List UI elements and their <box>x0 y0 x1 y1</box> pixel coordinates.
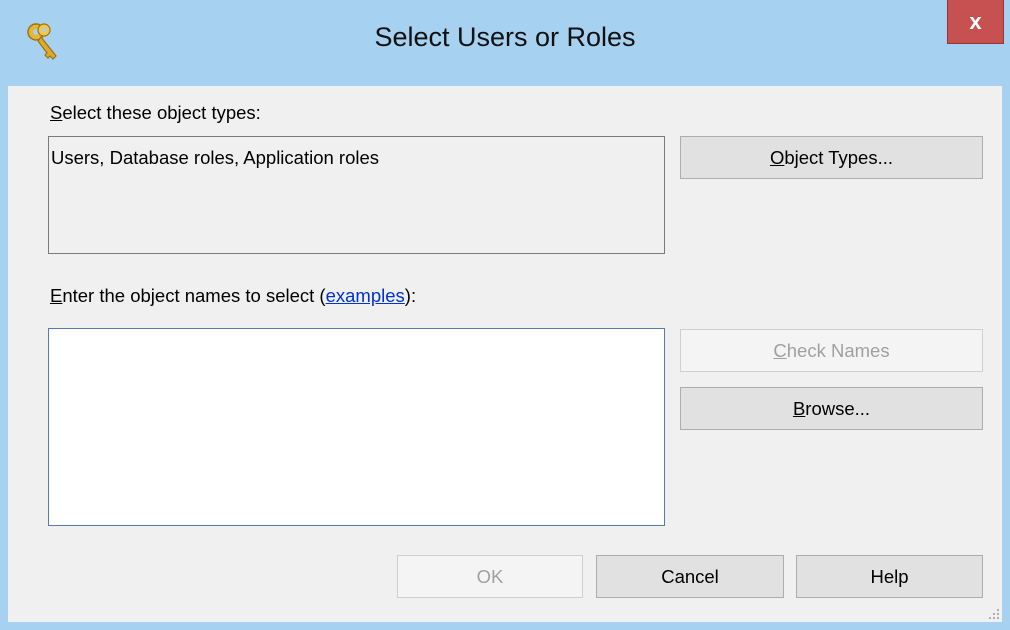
title-bar[interactable]: Select Users or Roles x <box>0 0 1010 86</box>
window-title: Select Users or Roles <box>374 22 636 52</box>
close-icon: x <box>969 8 982 34</box>
close-button[interactable]: x <box>947 0 1004 44</box>
examples-link[interactable]: examples <box>326 285 405 306</box>
object-types-field: Users, Database roles, Application roles <box>48 136 665 254</box>
ok-button[interactable]: OK <box>397 555 583 598</box>
object-names-input[interactable] <box>48 328 665 526</box>
check-names-button[interactable]: Check Names <box>680 329 983 372</box>
object-names-label: Enter the object names to select (exampl… <box>50 285 417 306</box>
object-types-label: Select these object types: <box>50 102 261 123</box>
resize-grip-icon[interactable] <box>986 606 1000 620</box>
object-types-button[interactable]: Object Types... <box>680 136 983 179</box>
select-users-dialog: Select Users or Roles x Select these obj… <box>0 0 1010 630</box>
object-types-value: Users, Database roles, Application roles <box>51 147 380 168</box>
dialog-body: Select these object types: Users, Databa… <box>8 86 1002 622</box>
browse-button[interactable]: Browse... <box>680 387 983 430</box>
help-button[interactable]: Help <box>796 555 983 598</box>
cancel-button[interactable]: Cancel <box>596 555 784 598</box>
